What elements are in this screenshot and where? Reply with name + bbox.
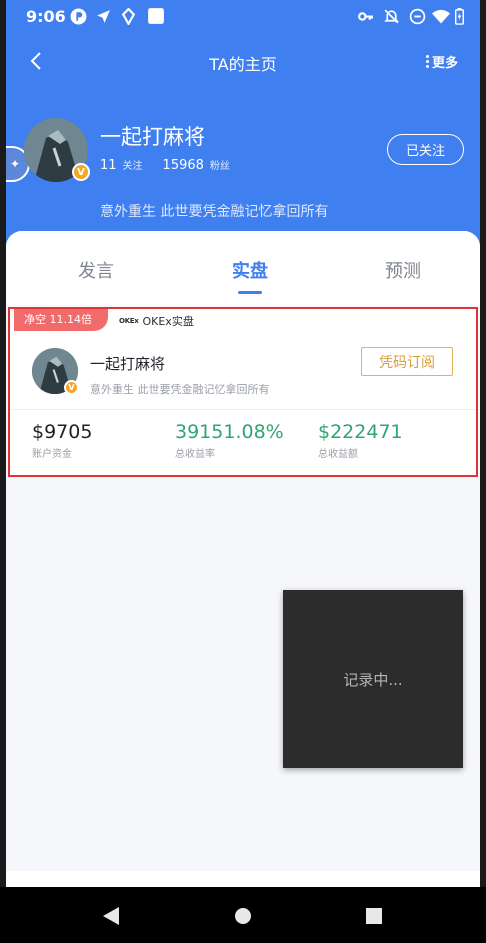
bottom-spacer	[6, 871, 480, 887]
card-user-bio: 意外重生 此世要凭金融记忆拿回所有	[90, 383, 270, 396]
metric-label: 账户资金	[32, 449, 72, 460]
tab-posts[interactable]: 发言	[56, 257, 136, 283]
do-not-disturb-icon	[409, 8, 426, 25]
status-bar: 9:06	[6, 0, 480, 34]
followers-count[interactable]: 15968	[163, 158, 204, 173]
bell-off-icon	[384, 9, 399, 24]
kebab-icon	[425, 55, 429, 68]
p-icon	[70, 8, 87, 25]
back-triangle-icon[interactable]	[101, 907, 121, 925]
followers-label: 粉丝	[209, 161, 230, 172]
page-title: TA的主页	[209, 55, 277, 74]
key-icon	[358, 12, 373, 21]
profile-bio: 意外重生 此世要凭金融记忆拿回所有	[100, 204, 329, 220]
more-label: 更多	[431, 56, 458, 71]
tab-live-trading[interactable]: 实盘	[210, 257, 290, 283]
top-nav: TA的主页 更多	[6, 40, 480, 82]
tab-predictions[interactable]: 预测	[363, 257, 443, 283]
profile-name: 一起打麻将	[100, 125, 205, 149]
status-time: 9:06	[26, 7, 66, 26]
metric-total-return-rate: 39151.08% 总收益率	[175, 421, 284, 460]
location-pin-icon	[121, 8, 136, 25]
app-screen: 9:06 TA的主页 更多 ✦ V 一起打麻将 11 关注 15968 粉丝 已…	[6, 0, 480, 943]
profile-stats: 11 关注 15968 粉丝	[100, 157, 244, 173]
wifi-icon	[432, 9, 450, 24]
verified-badge-icon: V	[72, 163, 90, 181]
battery-icon	[455, 8, 464, 25]
exchange-label-group: OKEx OKEx实盘	[119, 313, 194, 329]
metric-account-funds: $9705 账户资金	[32, 421, 92, 460]
screen-edge-right	[480, 0, 486, 943]
following-label: 关注	[122, 161, 143, 172]
followed-button[interactable]: 已关注	[387, 134, 464, 165]
square-icon	[148, 8, 164, 24]
tab-bar: 发言 实盘 预测	[6, 231, 480, 305]
metric-value: $222471	[318, 421, 403, 443]
following-count[interactable]: 11	[100, 158, 117, 173]
active-tab-indicator	[238, 291, 262, 294]
okex-logo-icon: OKEx	[119, 317, 139, 325]
recents-square-icon[interactable]	[366, 908, 382, 924]
card-user-name: 一起打麻将	[90, 355, 166, 373]
position-tag: 净空 11.14倍	[14, 309, 108, 331]
recording-overlay[interactable]: 记录中...	[283, 590, 463, 768]
more-button[interactable]: 更多	[425, 52, 458, 71]
metric-value: $9705	[32, 421, 93, 443]
trading-account-card[interactable]: 净空 11.14倍 OKEx OKEx实盘 V 一起打麻将 意外重生 此世要凭金…	[8, 307, 478, 477]
navigation-icon	[97, 10, 110, 23]
metric-value: 39151.08%	[175, 421, 284, 443]
metric-label: 总收益率	[175, 449, 215, 460]
system-navigation-bar	[0, 887, 486, 943]
exchange-label: OKEx实盘	[142, 315, 194, 328]
card-verified-badge-icon: V	[64, 380, 79, 395]
metric-label: 总收益额	[318, 449, 358, 460]
divider	[10, 409, 476, 410]
home-circle-icon[interactable]	[234, 907, 252, 925]
content-panel: 发言 实盘 预测 净空 11.14倍 OKEx OKEx实盘 V 一起打麻将 意…	[6, 231, 480, 871]
subscribe-with-code-button[interactable]: 凭码订阅	[361, 347, 453, 376]
metric-total-return-amount: $222471 总收益额	[318, 421, 403, 460]
